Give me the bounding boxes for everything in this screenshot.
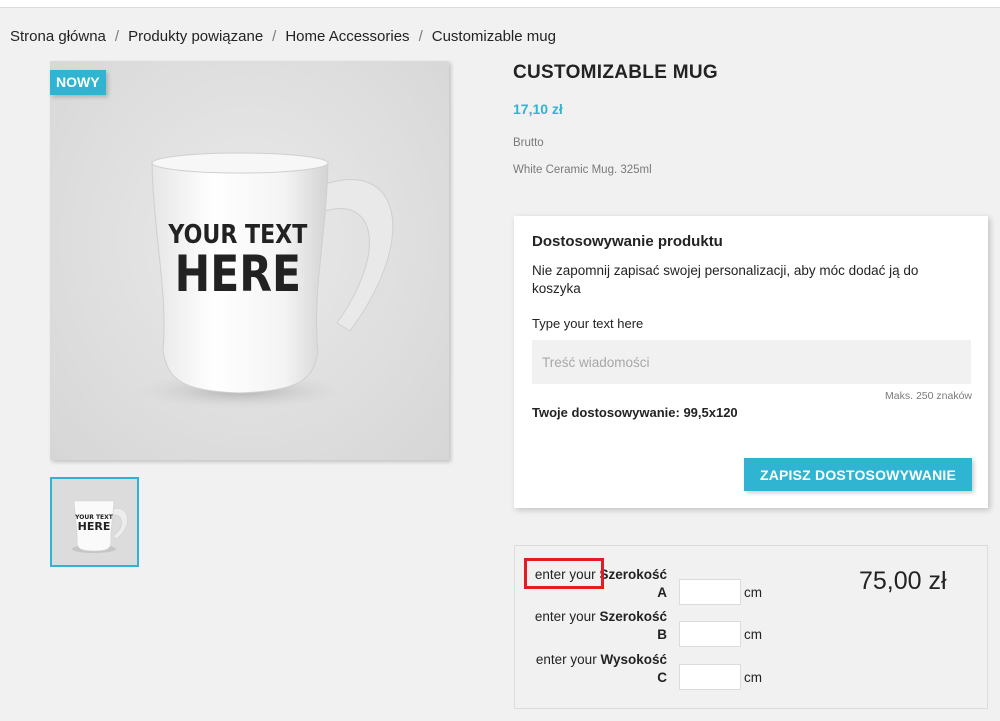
short-description: White Ceramic Mug. 325ml xyxy=(513,164,652,176)
dimension-row-c: enter your Wysokość C cm xyxy=(515,651,775,691)
dimension-unit: cm xyxy=(744,670,762,685)
dimension-row-b: enter your Szerokość B cm xyxy=(515,608,775,648)
dimension-prefix: enter your xyxy=(535,652,597,667)
breadcrumb-separator: / xyxy=(418,28,423,45)
custom-text-label: Type your text here xyxy=(532,316,644,331)
thumb-text-line2: HERE xyxy=(78,520,111,533)
dimension-code: B xyxy=(657,627,667,642)
mug-thumbnail-image: YOUR TEXT HERE xyxy=(72,500,128,553)
breadcrumb-separator: / xyxy=(114,28,120,45)
dimension-code: A xyxy=(657,585,667,600)
product-customization-panel: Dostosowywanie produktu Nie zapomnij zap… xyxy=(514,216,988,508)
breadcrumb-item-home[interactable]: Strona główna xyxy=(10,28,106,45)
tax-label: Brutto xyxy=(513,137,544,149)
breadcrumb-separator: / xyxy=(272,28,277,45)
dimension-label: enter your Wysokość C xyxy=(536,651,667,687)
dimension-name: Szerokość xyxy=(599,609,667,624)
product-thumbnail[interactable]: YOUR TEXT HERE xyxy=(50,477,139,567)
width-a-input[interactable] xyxy=(679,579,741,605)
highlight-annotation-box xyxy=(524,558,604,589)
new-badge: NOWY xyxy=(50,70,106,95)
breadcrumb-item-related-products[interactable]: Produkty powiązane xyxy=(128,28,263,45)
current-customization: Twoje dostosowywanie: 99,5x120 xyxy=(532,405,738,420)
dimension-prefix: enter your xyxy=(534,609,596,624)
breadcrumb-item-current[interactable]: Customizable mug xyxy=(432,28,556,45)
product-main-image[interactable]: YOUR TEXT HERE xyxy=(50,61,449,460)
dimension-name: Wysokość xyxy=(600,652,667,667)
save-customization-button[interactable]: ZAPISZ DOSTOSOWYWANIE xyxy=(744,458,972,491)
top-header-bar xyxy=(0,0,1000,8)
mug-image: YOUR TEXT HERE xyxy=(135,152,394,409)
custom-message-input[interactable] xyxy=(532,340,971,384)
breadcrumb-item-home-accessories[interactable]: Home Accessories xyxy=(285,28,409,45)
dimension-unit: cm xyxy=(744,585,762,600)
dimension-label: enter your Szerokość B xyxy=(535,608,667,644)
dimension-unit: cm xyxy=(744,627,762,642)
dimension-code: C xyxy=(657,670,667,685)
dimension-name: Szerokość xyxy=(599,567,667,582)
product-price: 17,10 zł xyxy=(513,101,563,117)
customization-note: Nie zapomnij zapisać swojej personalizac… xyxy=(532,263,919,296)
height-c-input[interactable] xyxy=(679,664,741,690)
breadcrumb: Strona główna / Produkty powiązane / Home Ac… xyxy=(10,28,556,45)
product-title: CUSTOMIZABLE MUG xyxy=(513,62,718,83)
max-chars-hint: Maks. 250 znaków xyxy=(885,390,972,402)
mug-text-line2: HERE xyxy=(175,245,301,303)
customization-title: Dostosowywanie produktu xyxy=(532,233,723,250)
calculated-price: 75,00 zł xyxy=(859,567,947,595)
width-b-input[interactable] xyxy=(679,621,741,647)
